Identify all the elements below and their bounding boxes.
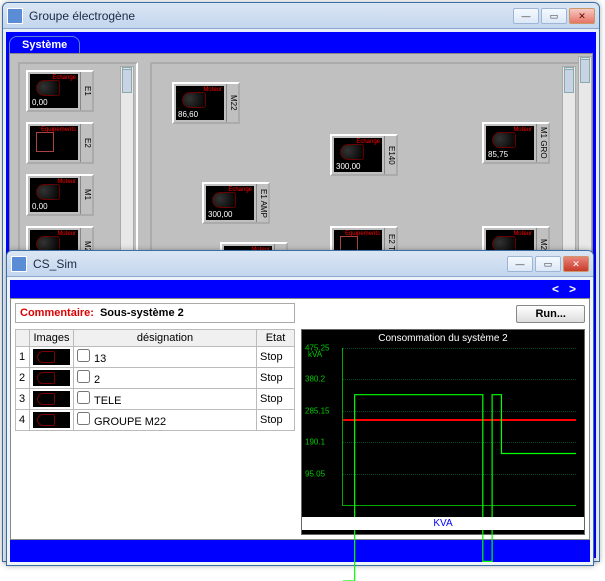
- cell-index: 1: [16, 347, 30, 368]
- series-green: [343, 348, 576, 581]
- minimize-button[interactable]: —: [513, 8, 539, 24]
- maximize-button[interactable]: ▭: [541, 8, 567, 24]
- app-icon: [11, 256, 27, 272]
- cell-designation[interactable]: 2: [74, 368, 257, 389]
- equipment-label: M22: [226, 84, 238, 122]
- app-icon: [7, 8, 23, 24]
- equipment-tag: Équipements: [41, 127, 76, 133]
- table-row[interactable]: 22Stop: [16, 368, 295, 389]
- cell-designation[interactable]: 13: [74, 347, 257, 368]
- close-button[interactable]: ✕: [569, 8, 595, 24]
- equipment-tag: Moteur: [513, 127, 532, 133]
- titlebar-main[interactable]: Groupe électrogène — ▭ ✕: [3, 3, 599, 29]
- equipment-value: 85,75: [488, 150, 508, 159]
- sub-body: Commentaire: Sous-système 2 Images désig…: [10, 298, 590, 540]
- equipment-thumb: Moteur 0,00: [30, 178, 78, 212]
- equipment-thumb: Échange 0,00: [30, 74, 78, 108]
- commentaire-bar: Commentaire: Sous-système 2: [15, 303, 295, 323]
- row-checkbox[interactable]: [77, 391, 90, 404]
- equipment-label: E140: [384, 136, 396, 174]
- chart-consommation: Consommation du système 2 kVA 95.05190.1…: [301, 329, 585, 535]
- y-tick-label: 475.25: [305, 344, 329, 353]
- equipment-E2[interactable]: Équipements E2: [26, 122, 94, 164]
- equipment-tag: Échange: [228, 187, 252, 193]
- equipment-E140[interactable]: Échange 300,00 E140: [330, 134, 398, 176]
- equipment-label: E2: [80, 124, 92, 162]
- equipment-label: E1: [80, 72, 92, 110]
- toolbar-nav: < >: [10, 280, 590, 298]
- row-checkbox[interactable]: [77, 349, 90, 362]
- cell-index: 2: [16, 368, 30, 389]
- y-tick-label: 285.15: [305, 406, 329, 415]
- nav-next-button[interactable]: >: [569, 282, 576, 296]
- maximize-button[interactable]: ▭: [535, 256, 561, 272]
- equipment-tag: Moteur: [513, 231, 532, 237]
- cell-etat[interactable]: Stop: [257, 389, 295, 410]
- equipment-thumb: Moteur 86,60: [176, 86, 224, 120]
- equipment-M22[interactable]: Moteur 86,60 M22: [172, 82, 240, 124]
- equipment-M1GRO[interactable]: Moteur 85,75 M1 GRO: [482, 122, 550, 164]
- col-idx: [16, 330, 30, 347]
- y-tick-label: 190.1: [305, 438, 325, 447]
- minimize-button[interactable]: —: [507, 256, 533, 272]
- equipment-tag: Moteur: [57, 179, 76, 185]
- commentaire-value: Sous-système 2: [100, 307, 184, 319]
- equipment-value: 86,60: [178, 110, 198, 119]
- close-button[interactable]: ✕: [563, 256, 589, 272]
- commentaire-label: Commentaire:: [20, 307, 94, 319]
- titlebar-sub[interactable]: CS_Sim — ▭ ✕: [7, 251, 593, 277]
- equipment-value: 300,00: [336, 162, 360, 171]
- equipment-tag: Moteur: [203, 87, 222, 93]
- cell-index: 4: [16, 410, 30, 431]
- nav-prev-button[interactable]: <: [552, 282, 559, 296]
- equipment-value: 0,00: [32, 98, 48, 107]
- col-images: Images: [30, 330, 74, 347]
- cell-designation[interactable]: GROUPE M22: [74, 410, 257, 431]
- col-designation: désignation: [74, 330, 257, 347]
- cell-designation[interactable]: TELE: [74, 389, 257, 410]
- table-row[interactable]: 1 13Stop: [16, 347, 295, 368]
- equipment-tag: Équipements: [345, 231, 380, 237]
- equipment-thumb: Moteur 85,75: [486, 126, 534, 160]
- equipment-E1[interactable]: Échange 0,00 E1: [26, 70, 94, 112]
- cell-etat[interactable]: Stop: [257, 410, 295, 431]
- equipment-label: E1 AMP: [256, 184, 268, 222]
- cell-etat[interactable]: Stop: [257, 347, 295, 368]
- cell-image: [30, 347, 74, 368]
- equipment-E1AMP[interactable]: Échange 300,00 E1 AMP: [202, 182, 270, 224]
- equipment-tag: Échange: [356, 139, 380, 145]
- cell-index: 3: [16, 389, 30, 410]
- equipment-thumb: Échange 300,00: [334, 138, 382, 172]
- equipment-tag: Échange: [52, 75, 76, 81]
- y-tick-label: 95.05: [305, 469, 325, 478]
- table-row[interactable]: 4 GROUPE M22Stop: [16, 410, 295, 431]
- equipment-label: M1: [80, 176, 92, 214]
- window-title: Groupe électrogène: [29, 9, 513, 23]
- cell-etat[interactable]: Stop: [257, 368, 295, 389]
- equipment-thumb: Échange 300,00: [206, 186, 254, 220]
- equipment-tag: Moteur: [57, 231, 76, 237]
- cell-image: [30, 410, 74, 431]
- cell-image: [30, 389, 74, 410]
- run-button[interactable]: Run...: [516, 305, 585, 323]
- chart-title: Consommation du système 2: [302, 333, 584, 344]
- equipment-value: 300,00: [208, 210, 232, 219]
- equipment-M1[interactable]: Moteur 0,00 M1: [26, 174, 94, 216]
- equipment-table: Images désignation Etat 113Stop22Stop3TE…: [15, 329, 295, 431]
- cell-image: [30, 368, 74, 389]
- equipment-thumb: Équipements: [30, 126, 78, 160]
- equipment-label: M1 GRO: [536, 124, 548, 162]
- y-tick-label: 380.2: [305, 375, 325, 384]
- equipment-value: 0,00: [32, 202, 48, 211]
- window-cs-sim: CS_Sim — ▭ ✕ < > Commentaire: Sous-systè…: [6, 250, 594, 566]
- col-etat: Etat: [257, 330, 295, 347]
- table-row[interactable]: 3 TELEStop: [16, 389, 295, 410]
- tab-systeme[interactable]: Système: [9, 36, 80, 54]
- row-checkbox[interactable]: [77, 412, 90, 425]
- window-title: CS_Sim: [33, 257, 507, 271]
- x-axis-label: KVA: [302, 517, 584, 530]
- row-checkbox[interactable]: [77, 370, 90, 383]
